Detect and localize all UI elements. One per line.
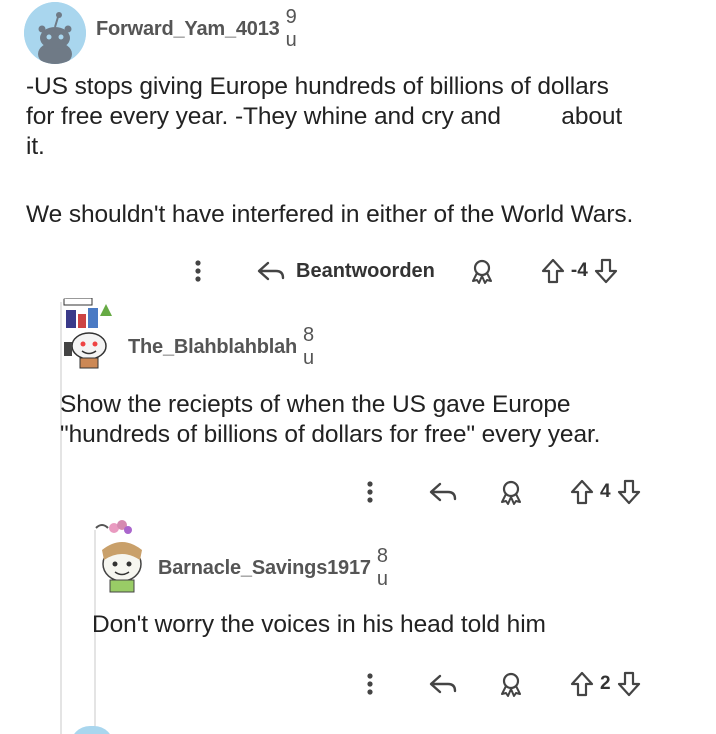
comment-actions: 2 bbox=[358, 666, 641, 702]
award-icon bbox=[501, 480, 521, 505]
comment-age: 9 u bbox=[285, 6, 297, 51]
upvote-arrow-icon[interactable] bbox=[541, 258, 565, 284]
award-button[interactable] bbox=[469, 258, 495, 284]
vote-control: 2 bbox=[570, 671, 641, 697]
comment-line: "hundreds of billions of dollars for fre… bbox=[60, 421, 601, 448]
username[interactable]: Forward_Yam_4013 bbox=[96, 18, 280, 41]
reply-arrow-icon bbox=[429, 482, 457, 502]
comment-header: Barnacle_Savings1917 8 u bbox=[92, 520, 388, 594]
comment-header: The_Blahblahblah 8 u bbox=[62, 298, 314, 370]
vote-count: 2 bbox=[600, 673, 611, 694]
vote-count: 4 bbox=[600, 481, 611, 502]
comment-age: 8 u bbox=[303, 324, 315, 369]
comment-line: -US stops giving Europe hundreds of bill… bbox=[26, 73, 609, 100]
vote-control: -4 bbox=[541, 258, 618, 284]
upvote-arrow-icon[interactable] bbox=[570, 479, 594, 505]
vote-count: -4 bbox=[570, 260, 588, 281]
comment-line: it. bbox=[26, 133, 45, 160]
reply-button[interactable] bbox=[428, 673, 458, 695]
comment-actions: 4 bbox=[358, 474, 641, 510]
downvote-arrow-icon[interactable] bbox=[617, 671, 641, 697]
reply-button[interactable] bbox=[428, 481, 458, 503]
downvote-arrow-icon[interactable] bbox=[617, 479, 641, 505]
snoo-avatar-icon bbox=[24, 2, 86, 64]
vote-control: 4 bbox=[570, 479, 641, 505]
reply-arrow-icon bbox=[429, 674, 457, 694]
comment-body: Show the reciepts of when the US gave Eu… bbox=[60, 390, 700, 450]
snoo-avatar-icon bbox=[63, 298, 112, 369]
more-button[interactable] bbox=[358, 480, 382, 504]
comment-line: We shouldn't have interfered in either o… bbox=[26, 201, 634, 228]
user-avatar[interactable] bbox=[70, 726, 114, 734]
user-avatar[interactable] bbox=[62, 298, 116, 370]
more-button[interactable] bbox=[186, 259, 210, 283]
reply-button[interactable]: Beantwoorden bbox=[256, 260, 435, 283]
username[interactable]: The_Blahblahblah bbox=[128, 336, 297, 359]
more-vertical-icon bbox=[367, 481, 373, 503]
comment-line: for free every year. -They whine and cry… bbox=[26, 103, 623, 130]
comment-header: Forward_Yam_4013 9 u bbox=[24, 2, 297, 64]
downvote-arrow-icon[interactable] bbox=[594, 258, 618, 284]
comment-line: Don't worry the voices in his head told … bbox=[92, 611, 546, 638]
comment-body: -US stops giving Europe hundreds of bill… bbox=[26, 72, 706, 230]
more-button[interactable] bbox=[358, 672, 382, 696]
more-vertical-icon bbox=[367, 673, 373, 695]
comment-age: 8 u bbox=[376, 545, 388, 590]
award-icon bbox=[471, 259, 492, 284]
award-icon bbox=[501, 672, 521, 697]
username[interactable]: Barnacle_Savings1917 bbox=[158, 557, 371, 580]
award-button[interactable] bbox=[498, 671, 524, 697]
upvote-arrow-icon[interactable] bbox=[570, 671, 594, 697]
reply-label: Beantwoorden bbox=[296, 259, 435, 282]
user-avatar[interactable] bbox=[24, 2, 86, 64]
snoo-avatar-icon bbox=[95, 520, 142, 593]
user-avatar[interactable] bbox=[92, 520, 148, 594]
award-button[interactable] bbox=[498, 479, 524, 505]
reply-arrow-icon bbox=[257, 261, 285, 281]
comment-actions: Beantwoorden -4 bbox=[186, 253, 618, 289]
comment-line: Show the reciepts of when the US gave Eu… bbox=[60, 391, 571, 418]
comment-body: Don't worry the voices in his head told … bbox=[92, 610, 692, 640]
more-vertical-icon bbox=[195, 260, 201, 282]
